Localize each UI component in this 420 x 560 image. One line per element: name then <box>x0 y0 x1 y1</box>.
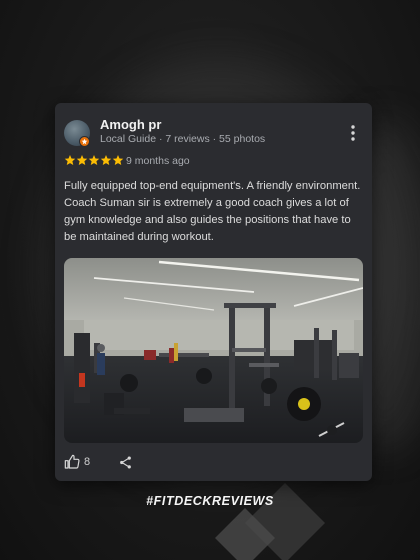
reviewer-meta: Local Guide · 7 reviews · 55 photos <box>100 133 266 145</box>
star-icon <box>100 155 112 165</box>
like-count: 8 <box>84 456 91 468</box>
local-guide-badge-icon <box>79 136 90 147</box>
review-actions: 8 <box>64 454 133 470</box>
share-icon[interactable] <box>118 455 133 470</box>
review-card: Amogh pr Local Guide · 7 reviews · 55 ph… <box>55 103 372 481</box>
brand-hashtag: #FITDECKREVIEWS <box>146 494 274 508</box>
review-time: 9 months ago <box>126 155 190 167</box>
star-icon <box>64 155 76 165</box>
star-icon <box>76 155 88 165</box>
reviewer-name[interactable]: Amogh pr <box>100 117 161 132</box>
more-vert-icon[interactable] <box>347 123 359 143</box>
star-icon <box>88 155 100 165</box>
review-text: Fully equipped top-end equipment's. A fr… <box>64 180 361 243</box>
star-icon <box>112 155 124 165</box>
star-rating <box>64 154 124 166</box>
review-photo[interactable] <box>64 258 363 443</box>
thumbs-up-icon[interactable] <box>64 454 80 470</box>
